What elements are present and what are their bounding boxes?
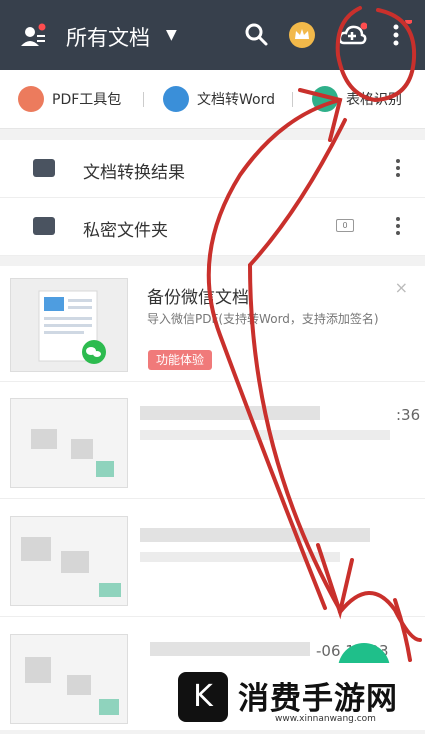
close-icon[interactable]: × [395, 278, 408, 297]
document-thumbnail [10, 278, 128, 372]
document-item[interactable]: :36 [0, 386, 425, 499]
shortcut-label: 文档转Word [197, 92, 275, 108]
chevron-down-icon[interactable]: ▼ [166, 27, 177, 43]
app-top-bar: 所有文档 ▼ [0, 0, 425, 70]
shortcut-label: 表格识别 [346, 92, 402, 108]
shortcut-pdf-toolkit[interactable]: PDF工具包 [18, 86, 121, 112]
briefcase-icon [18, 86, 44, 112]
shortcut-label: PDF工具包 [52, 92, 122, 108]
tool-shortcuts-bar: PDF工具包 文档转Word 表格识别 [0, 70, 425, 129]
word-icon [163, 86, 189, 112]
divider [292, 92, 293, 107]
document-thumbnail [10, 634, 128, 724]
site-watermark: K 消费手游网 www.xinnanwang.com [170, 663, 425, 730]
crown-vip-icon[interactable] [287, 20, 317, 50]
cloud-upload-icon[interactable] [337, 20, 367, 50]
watermark-text: 消费手游网 [238, 681, 398, 717]
folder-item-convert-results[interactable]: 文档转换结果 [0, 140, 425, 198]
document-item[interactable] [0, 504, 425, 617]
convert-folder-icon [33, 159, 55, 177]
shortcut-doc-to-word[interactable]: 文档转Word [163, 86, 275, 112]
card-title: 备份微信文档 [147, 288, 249, 308]
page-title[interactable]: 所有文档 [66, 22, 150, 52]
document-thumbnail [10, 398, 128, 488]
table-scan-icon [312, 86, 338, 112]
folder-label: 私密文件夹 [83, 221, 168, 241]
more-options-icon[interactable] [395, 156, 401, 180]
more-menu-icon[interactable] [382, 20, 412, 50]
folder-list: 文档转换结果 私密文件夹 0 [0, 140, 425, 256]
document-preview-icon [38, 290, 106, 364]
watermark-logo: K [178, 672, 228, 722]
divider [143, 92, 144, 107]
folder-label: 文档转换结果 [83, 163, 185, 183]
shortcut-table-scan[interactable]: 表格识别 [312, 86, 402, 112]
more-options-icon[interactable] [395, 214, 401, 238]
search-icon[interactable] [242, 20, 272, 50]
wechat-backup-card[interactable]: 备份微信文档 导入微信PDF(支持转Word，支持添加签名) 功能体验 × [0, 266, 425, 382]
folder-item-private[interactable]: 私密文件夹 0 [0, 198, 425, 256]
card-description: 导入微信PDF(支持转Word，支持添加签名) [147, 312, 379, 326]
watermark-url: www.xinnanwang.com [275, 714, 376, 724]
folder-count-badge: 0 [336, 219, 354, 232]
feature-trial-tag[interactable]: 功能体验 [148, 350, 213, 370]
document-time: :36 [396, 406, 421, 424]
user-menu-icon[interactable] [18, 22, 48, 52]
document-thumbnail [10, 516, 128, 606]
private-folder-icon [33, 217, 55, 235]
